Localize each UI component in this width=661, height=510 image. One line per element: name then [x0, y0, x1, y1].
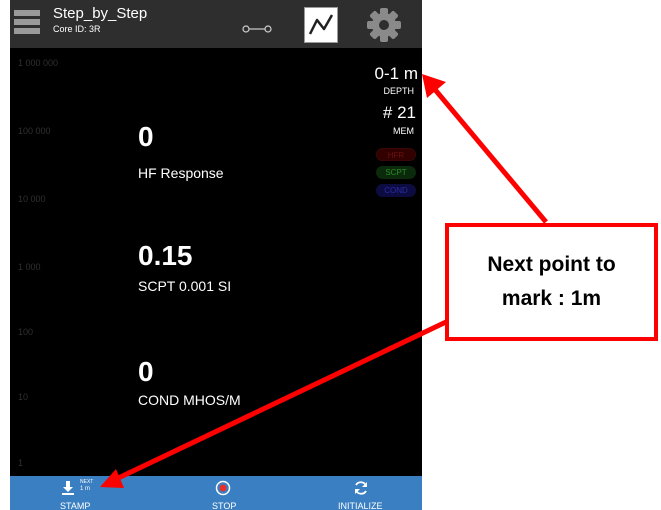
hfr-badge[interactable]: HFR [376, 148, 416, 161]
annotation-callout: Next point to mark : 1m [445, 223, 658, 341]
mem-value: # 21 [382, 103, 416, 122]
hamburger-icon[interactable] [14, 10, 40, 38]
arrow-to-depth [422, 74, 548, 224]
y-axis-label: 1 [18, 458, 24, 468]
mem-label: MEM [393, 126, 414, 136]
app-screen: Step_by_Step Core ID: 3R 1 000 000 100 0… [10, 0, 422, 510]
scpt-label: SCPT 0.001 SI [138, 278, 232, 294]
refresh-icon [355, 481, 367, 495]
download-icon [62, 481, 74, 495]
depth-label: DEPTH [383, 86, 414, 96]
gear-icon[interactable] [365, 6, 403, 44]
stop-button[interactable]: STOP [200, 476, 250, 510]
hf-response-value: 0 [138, 121, 154, 152]
stamp-label: STAMP [60, 501, 91, 510]
y-axis-label: 10 000 [18, 194, 46, 204]
record-stop-icon [215, 480, 231, 496]
y-axis-label: 10 [18, 392, 29, 402]
cond-badge[interactable]: COND [376, 184, 416, 197]
stop-label: STOP [212, 501, 237, 510]
next-value: 1 m [80, 486, 91, 492]
y-axis-label: 1 000 [18, 262, 41, 272]
y-axis-label: 100 [18, 327, 34, 337]
bottom-action-bar: NEXT 1 m STAMP STOP INITIALIZE [10, 476, 422, 510]
stamp-button[interactable]: NEXT 1 m STAMP [40, 476, 130, 510]
hf-response-label: HF Response [138, 165, 224, 181]
scpt-badge[interactable]: SCPT [376, 166, 416, 179]
cond-label: COND MHOS/M [138, 392, 241, 408]
depth-value: 0-1 m [374, 64, 418, 83]
top-bar: Step_by_Step Core ID: 3R [10, 0, 422, 48]
cond-value: 0 [138, 356, 154, 387]
next-label: NEXT [80, 479, 94, 485]
link-icon[interactable] [242, 24, 272, 34]
line-chart-icon [308, 14, 334, 35]
scpt-value: 0.15 [138, 240, 193, 271]
chart-view-button[interactable] [304, 7, 338, 43]
y-axis-label: 1 000 000 [18, 58, 59, 68]
callout-text: Next point to mark : 1m [487, 253, 616, 310]
core-id-label: Core ID: 3R [53, 24, 101, 34]
y-axis-label: 100 000 [18, 126, 51, 136]
initialize-label: INITIALIZE [338, 501, 383, 510]
app-title: Step_by_Step [53, 5, 148, 22]
initialize-button[interactable]: INITIALIZE [328, 476, 398, 510]
